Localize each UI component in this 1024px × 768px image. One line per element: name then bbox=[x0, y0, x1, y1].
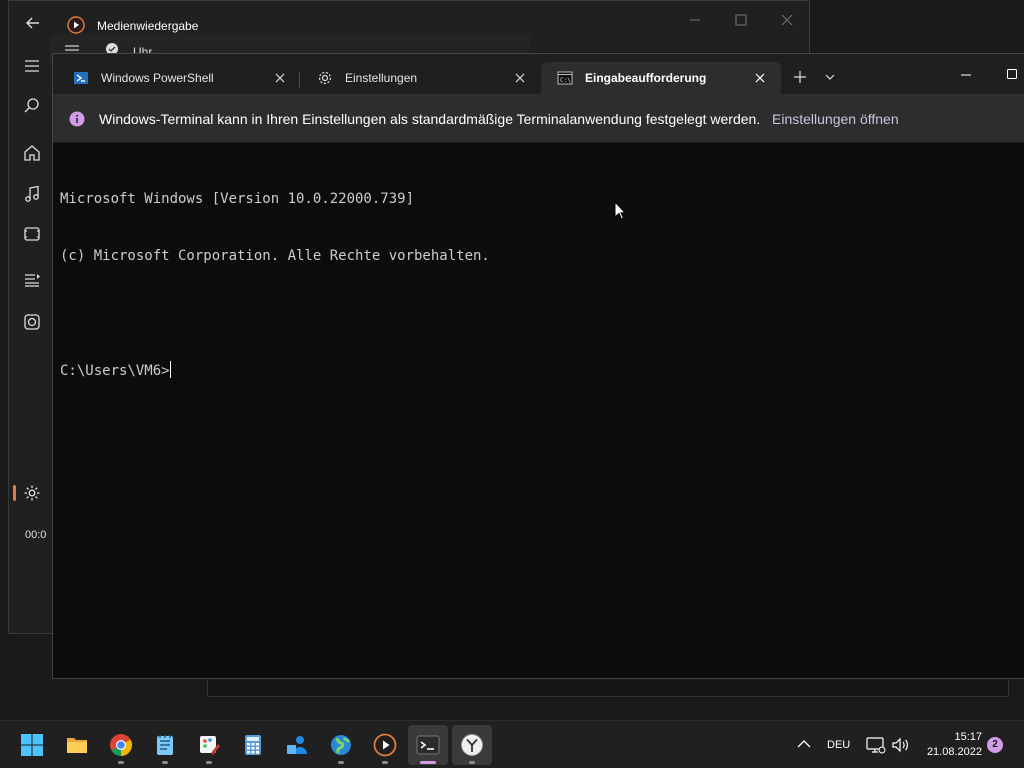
running-indicator bbox=[382, 761, 388, 764]
notification-count-badge[interactable]: 2 bbox=[987, 737, 1003, 753]
minimize-button[interactable] bbox=[959, 68, 973, 82]
info-icon bbox=[69, 111, 85, 127]
running-indicator bbox=[469, 761, 475, 764]
playlist-icon[interactable] bbox=[23, 271, 41, 289]
search-icon[interactable] bbox=[23, 97, 41, 115]
maximize-button[interactable] bbox=[1005, 67, 1019, 81]
cmd-icon: C:\ bbox=[557, 70, 573, 86]
tab-windows-powershell[interactable]: Windows PowerShell bbox=[57, 62, 297, 94]
gear-icon[interactable] bbox=[23, 484, 41, 502]
open-settings-link[interactable]: Einstellungen öffnen bbox=[772, 111, 899, 127]
media-player-app-icon bbox=[67, 16, 85, 34]
tab-einstellungen[interactable]: Einstellungen bbox=[301, 62, 539, 94]
clock-icon bbox=[461, 734, 483, 756]
running-indicator bbox=[206, 761, 212, 764]
paint-icon bbox=[200, 736, 220, 755]
close-tab-icon[interactable] bbox=[753, 71, 767, 85]
video-icon[interactable] bbox=[23, 225, 41, 243]
back-arrow-icon[interactable] bbox=[25, 15, 41, 31]
rail-active-indicator bbox=[13, 485, 16, 501]
people-button[interactable] bbox=[277, 725, 317, 765]
play-icon bbox=[373, 733, 397, 757]
running-indicator bbox=[162, 761, 168, 764]
clock-date[interactable]: 21.08.2022 bbox=[912, 746, 982, 758]
terminal-button[interactable] bbox=[408, 725, 448, 765]
music-note-icon[interactable] bbox=[23, 185, 41, 203]
gear-icon bbox=[317, 70, 333, 86]
play-queue-icon[interactable] bbox=[23, 313, 41, 331]
background-window-edge bbox=[207, 676, 1009, 697]
folder-icon bbox=[67, 738, 87, 753]
windows-logo-icon bbox=[21, 734, 43, 756]
text-caret bbox=[169, 361, 171, 378]
notepad-button[interactable] bbox=[145, 725, 185, 765]
console-prompt: C:\Users\VM6> bbox=[60, 363, 170, 379]
media-player-title: Medienwiedergabe bbox=[97, 19, 199, 33]
media-minimize-button[interactable] bbox=[685, 10, 705, 30]
taskbar: DEU 15:17 21.08.2022 2 bbox=[0, 720, 1024, 768]
media-player-button[interactable] bbox=[365, 725, 405, 765]
terminal-icon bbox=[416, 735, 440, 755]
tab-eingabeaufforderung[interactable]: C:\ Eingabeaufforderung bbox=[541, 62, 781, 94]
console-prompt-line[interactable]: C:\Users\VM6> bbox=[60, 361, 490, 380]
tab-label: Einstellungen bbox=[345, 71, 418, 85]
close-tab-icon[interactable] bbox=[273, 71, 287, 85]
chrome-icon bbox=[110, 734, 132, 756]
globe-icon bbox=[331, 735, 351, 755]
tab-dropdown-chevron-icon[interactable] bbox=[824, 72, 836, 82]
tab-strip: Windows PowerShell Einstellungen C:\ Ein… bbox=[53, 54, 1024, 94]
paint-button[interactable] bbox=[189, 725, 229, 765]
input-language-indicator[interactable]: DEU bbox=[827, 739, 850, 751]
powershell-icon bbox=[73, 70, 89, 86]
home-icon[interactable] bbox=[23, 144, 41, 162]
volume-icon[interactable] bbox=[891, 736, 911, 754]
close-tab-icon[interactable] bbox=[513, 71, 527, 85]
hamburger-menu-icon[interactable] bbox=[23, 57, 41, 75]
active-indicator bbox=[420, 761, 436, 764]
file-explorer-button[interactable] bbox=[57, 725, 97, 765]
notepad-icon bbox=[157, 735, 173, 755]
running-indicator bbox=[118, 761, 124, 764]
show-hidden-icons-chevron-icon[interactable] bbox=[796, 738, 812, 750]
network-icon[interactable] bbox=[866, 736, 886, 754]
clock-time[interactable]: 15:17 bbox=[930, 731, 982, 743]
people-icon bbox=[287, 736, 307, 754]
svg-text:C:\: C:\ bbox=[560, 77, 571, 84]
running-indicator bbox=[338, 761, 344, 764]
console-line: Microsoft Windows [Version 10.0.22000.73… bbox=[60, 191, 415, 207]
infobar-message: Windows-Terminal kann in Ihren Einstellu… bbox=[99, 111, 761, 127]
start-button[interactable] bbox=[12, 725, 52, 765]
new-tab-button[interactable] bbox=[793, 70, 807, 84]
console-line: (c) Microsoft Corporation. Alle Rechte v… bbox=[60, 248, 490, 264]
calculator-icon bbox=[245, 735, 261, 755]
mouse-pointer-icon bbox=[614, 201, 626, 220]
clock-button[interactable] bbox=[452, 725, 492, 765]
default-terminal-infobar: Windows-Terminal kann in Ihren Einstellu… bbox=[53, 94, 1024, 143]
maps-button[interactable] bbox=[321, 725, 361, 765]
tab-label: Eingabeaufforderung bbox=[585, 71, 707, 85]
tab-label: Windows PowerShell bbox=[101, 71, 214, 85]
tab-separator bbox=[299, 72, 300, 88]
chrome-button[interactable] bbox=[101, 725, 141, 765]
terminal-window: Windows PowerShell Einstellungen C:\ Ein… bbox=[52, 53, 1024, 679]
calculator-button[interactable] bbox=[233, 725, 273, 765]
console-output[interactable]: Microsoft Windows [Version 10.0.22000.73… bbox=[60, 152, 490, 418]
playback-time-readout: 00:0 bbox=[25, 529, 47, 541]
media-maximize-button[interactable] bbox=[731, 10, 751, 30]
media-close-button[interactable] bbox=[777, 10, 797, 30]
